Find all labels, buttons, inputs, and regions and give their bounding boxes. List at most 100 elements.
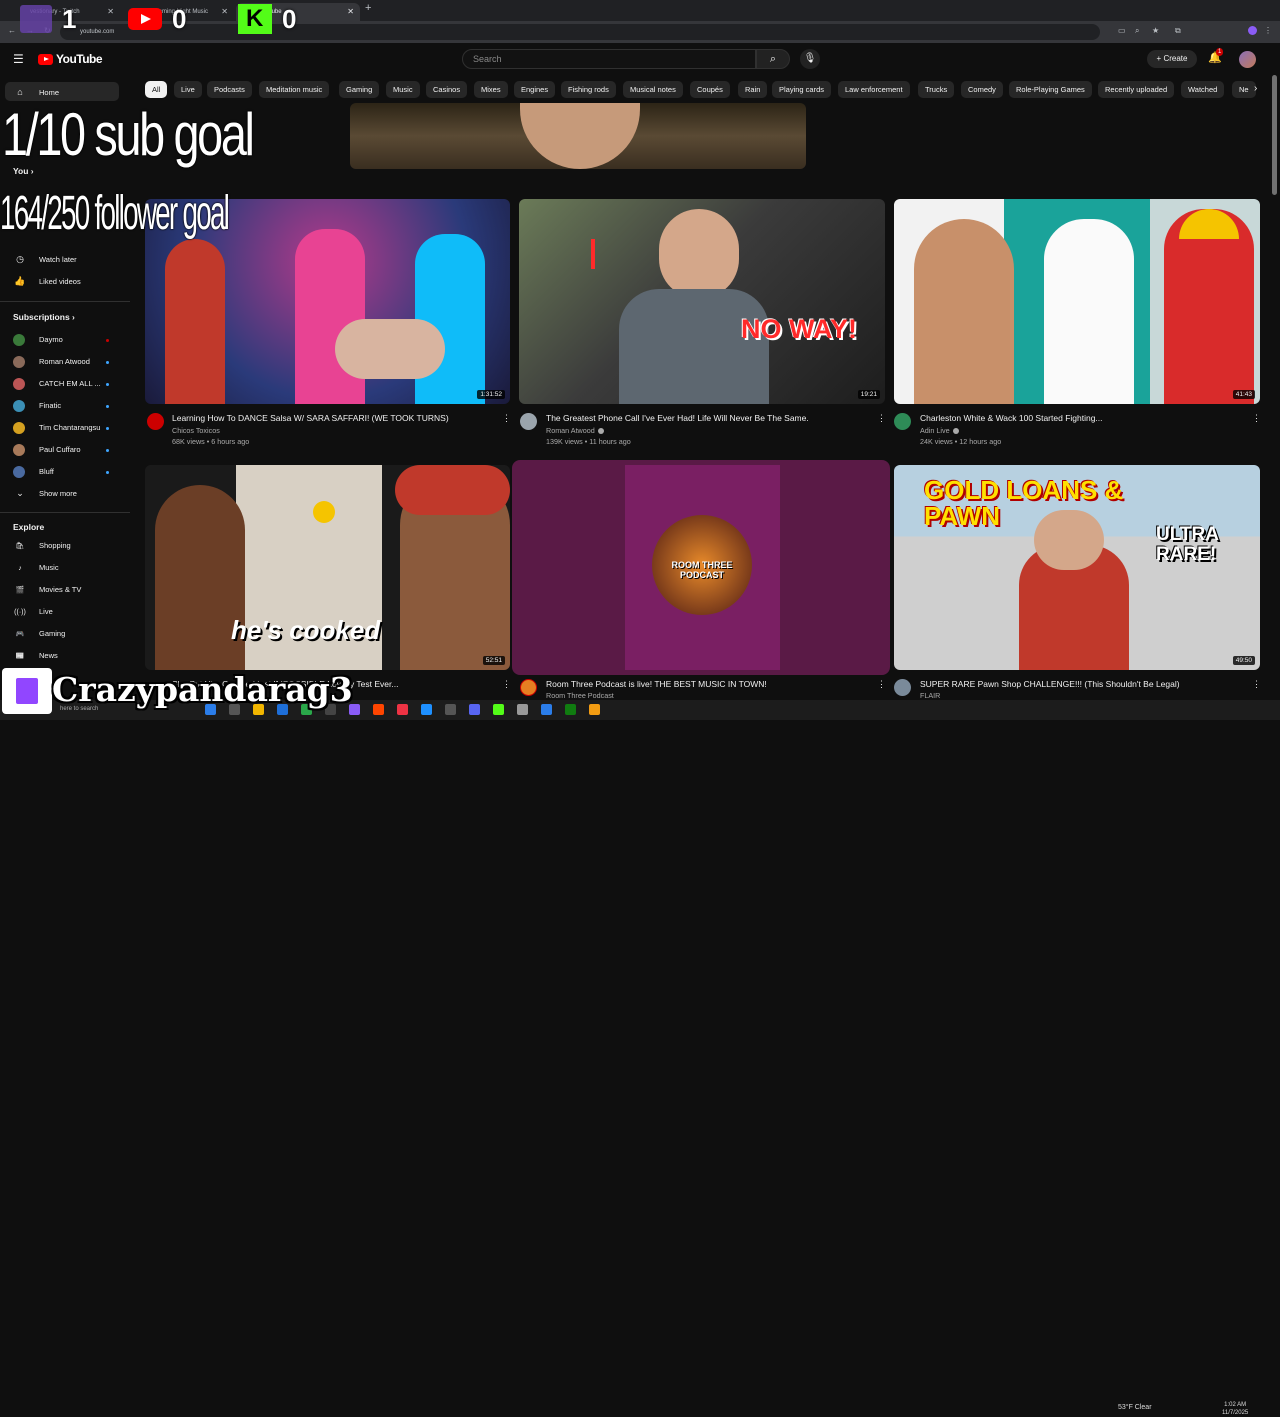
chip-coup-s[interactable]: Coupés [690,81,730,98]
chip-rain[interactable]: Rain [738,81,768,98]
taskbar-app-icon[interactable] [397,704,408,715]
taskbar-app-icon[interactable] [517,704,528,715]
more-options-icon[interactable]: ⋮ [877,413,886,424]
new-tab-icon[interactable]: + [365,2,371,14]
chip-role-playing-games[interactable]: Role-Playing Games [1009,81,1092,98]
taskbar-app-icon[interactable] [421,704,432,715]
video-thumbnail[interactable]: 41:43 [894,199,1260,404]
chip-mixes[interactable]: Mixes [474,81,508,98]
chip-watched[interactable]: Watched [1181,81,1225,98]
channel-avatar[interactable] [147,413,164,430]
channel-name[interactable]: Chicos Toxicos [172,426,220,435]
weather-widget[interactable]: 53°F Clear [1118,1404,1152,1411]
channel-avatar-live[interactable] [520,679,537,696]
chip-musical-notes[interactable]: Musical notes [623,81,683,98]
channel-name[interactable]: FLAIR [920,691,940,700]
sidebar-item-home[interactable]: ⌂ Home [13,87,59,97]
taskbar-clock[interactable]: 1:02 AM 11/7/2025 [1222,1401,1248,1417]
chip-music[interactable]: Music [386,81,420,98]
video-thumbnail[interactable]: he's cooked 52:51 [145,465,510,670]
sidebar-sub-0[interactable]: Daymo [13,334,63,346]
sidebar-item-liked[interactable]: 👍 Liked videos [13,276,80,287]
video-thumbnail-partial[interactable] [350,103,806,169]
hamburger-menu-icon[interactable]: ☰ [13,52,24,66]
more-options-icon[interactable]: ⋮ [502,679,511,690]
video-title[interactable]: Room Three Podcast is live! THE BEST MUS… [546,679,767,689]
taskbar-app-icon[interactable] [373,704,384,715]
sidebar-explore-0[interactable]: 🛍 Shopping [13,541,71,550]
taskbar-app-icon[interactable] [469,704,480,715]
profile-icon[interactable] [1248,26,1257,35]
search-button[interactable]: ⌕ [756,49,790,69]
voice-search-icon[interactable]: 🎙 [800,49,820,69]
close-tab-icon[interactable]: ✕ [107,3,114,21]
chip-fishing-rods[interactable]: Fishing rods [561,81,616,98]
close-tab-icon[interactable]: ✕ [347,3,354,21]
more-options-icon[interactable]: ⋮ [502,413,511,424]
sidebar-explore-3[interactable]: ((·)) Live [13,607,53,616]
create-button[interactable]: + Create [1147,50,1197,68]
taskbar-app-icon[interactable] [565,704,576,715]
video-thumbnail[interactable]: NO WAY! 19:21 [519,199,885,404]
chip-gaming[interactable]: Gaming [339,81,380,98]
sidebar-explore-5[interactable]: 📰 News [13,651,58,660]
chip-live[interactable]: Live [174,81,202,98]
sidebar-sub-1[interactable]: Roman Atwood [13,356,90,368]
sidebar-item-watch-later[interactable]: ◷ Watch later [13,254,77,265]
close-tab-icon[interactable]: ✕ [221,3,228,21]
more-options-icon[interactable]: ⋮ [1252,413,1261,424]
sidebar-show-more[interactable]: ⌄ Show more [13,488,77,499]
chip-comedy[interactable]: Comedy [961,81,1003,98]
back-icon[interactable]: ← [8,26,16,35]
bookmark-star-icon[interactable]: ★ [1152,26,1159,35]
more-options-icon[interactable]: ⋮ [877,679,886,690]
sidebar-sub-3[interactable]: Finatic [13,400,61,412]
video-title[interactable]: SUPER RARE Pawn Shop CHALLENGE!!! (This … [920,679,1180,689]
chevron-right-icon[interactable]: › [1254,83,1257,94]
sidebar-sub-4[interactable]: Tim Chantarangsu [13,422,100,434]
chip-engines[interactable]: Engines [514,81,556,98]
search-input[interactable]: Search [462,49,756,69]
chip-podcasts[interactable]: Podcasts [207,81,252,98]
chip-law-enforcement[interactable]: Law enforcement [838,81,910,98]
zoom-icon[interactable]: ⌕ [1135,26,1139,36]
taskbar-app-icon[interactable] [445,704,456,715]
taskbar-app-icon[interactable] [589,704,600,715]
channel-avatar[interactable] [520,413,537,430]
chip-all[interactable]: All [145,81,168,98]
video-thumbnail[interactable]: GOLD LOANS & PAWN ULTRA RARE! 49:50 [894,465,1260,670]
video-title[interactable]: Charleston White & Wack 100 Started Figh… [920,413,1103,423]
kick-follower-count: 0 [282,4,297,34]
youtube-logo[interactable]: YouTube [38,52,103,66]
chip-casinos[interactable]: Casinos [426,81,468,98]
cast-icon[interactable]: ▭ [1118,26,1126,35]
sidebar-sub-6[interactable]: Bluff [13,466,54,478]
taskbar-app-icon[interactable] [493,704,504,715]
chip-meditation-music[interactable]: Meditation music [259,81,330,98]
address-field[interactable]: youtube.com [60,24,1100,40]
chip-ne[interactable]: Ne [1232,81,1256,98]
channel-avatar[interactable] [894,413,911,430]
channel-name[interactable]: Roman Atwood [546,426,604,435]
sidebar-explore-2[interactable]: 🎬 Movies & TV [13,585,82,594]
taskbar-app-icon[interactable] [541,704,552,715]
video-title[interactable]: The Greatest Phone Call I've Ever Had! L… [546,413,809,423]
sidebar-explore-1[interactable]: ♪ Music [13,563,58,572]
chip-playing-cards[interactable]: Playing cards [772,81,832,98]
chip-recently-uploaded[interactable]: Recently uploaded [1098,81,1175,98]
video-title[interactable]: Learning How To DANCE Salsa W/ SARA SAFF… [172,413,449,423]
menu-kebab-icon[interactable]: ⋮ [1264,26,1272,35]
more-options-icon[interactable]: ⋮ [1252,679,1261,690]
sidebar-subscriptions-heading[interactable]: Subscriptions › [13,312,75,322]
chip-trucks[interactable]: Trucks [918,81,955,98]
live-video-thumbnail[interactable]: ROOM THREE PODCAST [512,460,890,675]
account-avatar[interactable] [1239,51,1256,68]
channel-name[interactable]: Room Three Podcast [546,691,614,700]
channel-avatar[interactable] [894,679,911,696]
sidebar-explore-4[interactable]: 🎮 Gaming [13,629,66,638]
channel-name[interactable]: Adin Live [920,426,959,435]
sidebar-sub-2[interactable]: CATCH EM ALL ... [13,378,101,390]
sidebar-sub-5[interactable]: Paul Cuffaro [13,444,81,456]
page-scrollbar[interactable] [1272,75,1277,195]
extensions-icon[interactable]: ⧉ [1175,26,1181,36]
